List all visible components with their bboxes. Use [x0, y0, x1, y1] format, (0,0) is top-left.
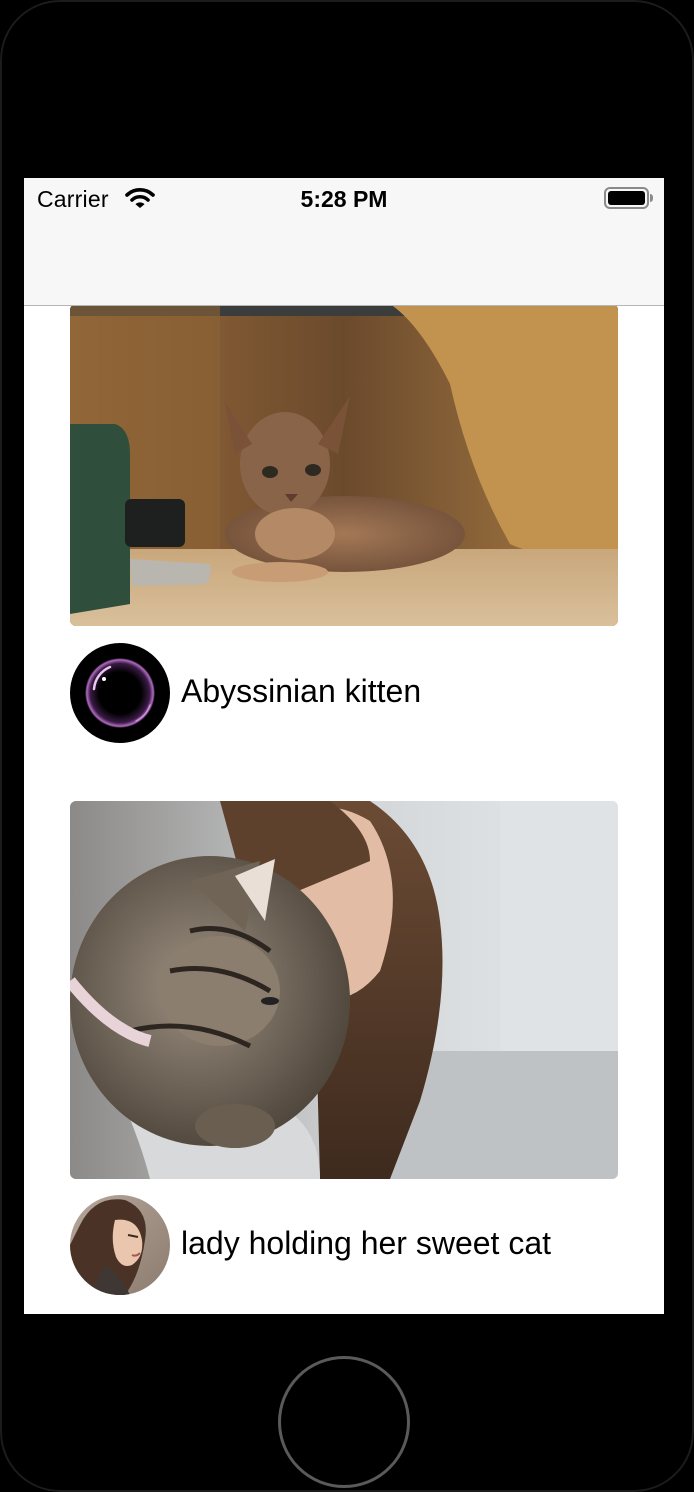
woman-cat-photo[interactable]: [70, 801, 618, 1179]
home-button[interactable]: [278, 1356, 410, 1488]
feed-item-caption: Abyssinian kitten: [181, 673, 422, 709]
app-screen: Carrier 5:28 PM Abyssinian kitten lady h…: [24, 178, 664, 1314]
navigation-bar: [24, 218, 664, 306]
bubble-avatar[interactable]: [70, 643, 170, 743]
feed-item-caption: lady holding her sweet cat: [181, 1225, 551, 1261]
feed-list[interactable]: Abyssinian kitten lady holding her sweet…: [24, 306, 664, 1314]
clock-label: 5:28 PM: [300, 186, 388, 212]
phone-device: Carrier 5:28 PM Abyssinian kitten lady h…: [0, 0, 694, 1492]
battery-icon: [604, 187, 653, 209]
status-bar: Carrier 5:28 PM: [24, 178, 664, 218]
woman-profile-avatar[interactable]: [70, 1195, 170, 1295]
kitten-photo[interactable]: [70, 306, 618, 626]
